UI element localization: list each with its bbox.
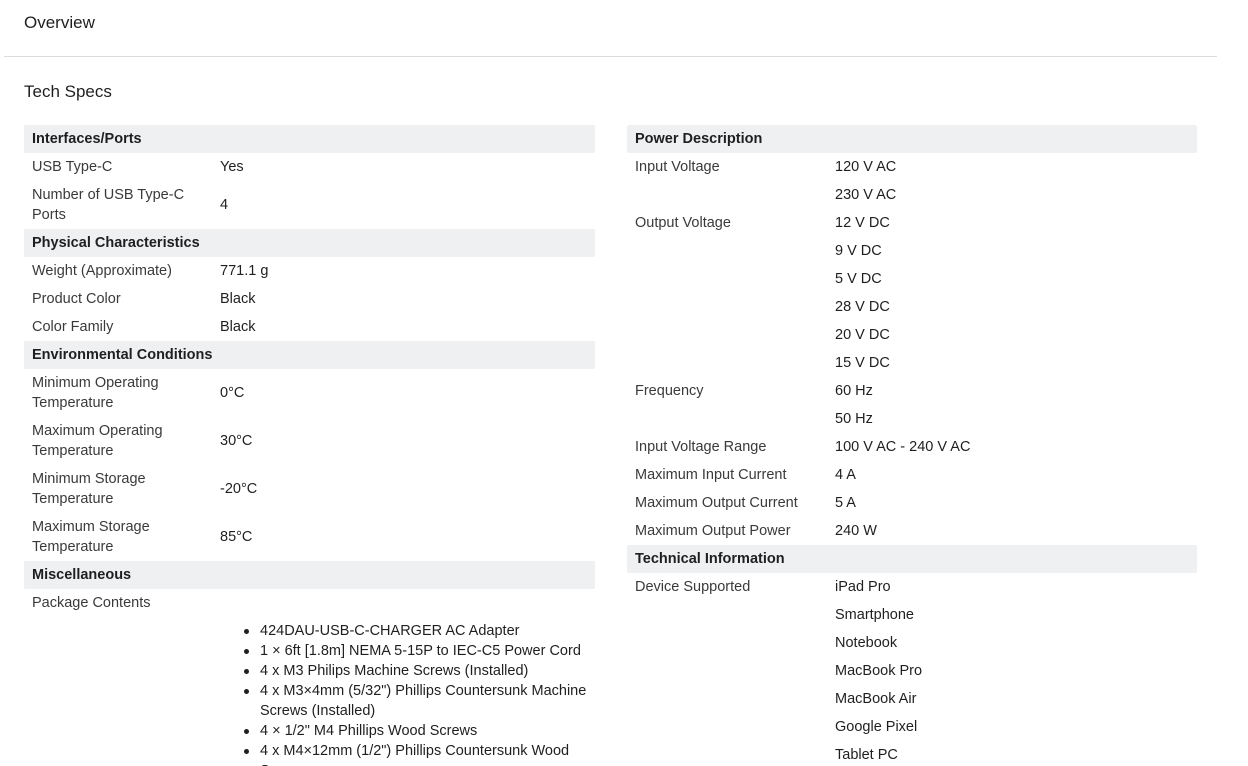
spec-row-weight: Weight (Approximate) 771.1 g — [24, 257, 595, 285]
group-header-technical: Technical Information — [627, 545, 1197, 573]
spec-value: Notebook — [835, 635, 898, 651]
spec-row-max-output-current: Maximum Output Current 5 A — [627, 489, 1197, 517]
spec-value: 85°C — [220, 529, 253, 545]
spec-row-package-contents: Package Contents 424DAU-USB-C-CHARGER AC… — [24, 589, 595, 766]
list-item: 4 x M3 Philips Machine Screws (Installed… — [220, 661, 595, 681]
spec-label: Weight (Approximate) — [32, 263, 172, 279]
spec-label: Output Voltage — [635, 215, 731, 231]
package-contents-list: 424DAU-USB-C-CHARGER AC Adapter 1 × 6ft … — [220, 621, 595, 766]
spec-value: Google Pixel — [835, 719, 918, 735]
overview-title[interactable]: Overview — [24, 12, 95, 34]
spec-label: Frequency — [635, 383, 704, 399]
spec-value: 28 V DC — [835, 299, 890, 315]
bullet-icon — [244, 729, 249, 734]
spec-label: Maximum Input Current — [635, 467, 787, 483]
spec-row-max-output-power: Maximum Output Power 240 W — [627, 517, 1197, 545]
spec-label: Input Voltage Range — [635, 439, 767, 455]
spec-value: -20°C — [220, 481, 258, 497]
spec-label: Input Voltage — [635, 159, 720, 175]
bullet-icon — [244, 749, 249, 754]
spec-row-device-supported: Device Supported iPad Pro Smartphone Not… — [627, 573, 1197, 766]
specs-right-column: Power Description Input Voltage 120 V AC… — [627, 125, 1197, 766]
bullet-icon — [244, 689, 249, 694]
spec-row-color-family: Color Family Black — [24, 313, 595, 341]
spec-value: Black — [220, 291, 256, 307]
list-item: 4 × 1/2" M4 Phillips Wood Screws — [220, 721, 595, 741]
group-header-physical: Physical Characteristics — [24, 229, 595, 257]
spec-values: iPad Pro Smartphone Notebook MacBook Pro… — [835, 573, 922, 766]
specs-left-column: Interfaces/Ports USB Type-C Yes Number o… — [24, 125, 595, 766]
product-page: Overview Tech Specs Interfaces/Ports USB… — [0, 0, 1248, 766]
spec-label: Package Contents — [32, 595, 151, 611]
spec-value: iPad Pro — [835, 579, 891, 595]
spec-row-frequency: Frequency 60 Hz 50 Hz — [627, 377, 1197, 433]
bullet-icon — [244, 649, 249, 654]
spec-value: 5 A — [835, 495, 856, 511]
spec-label: Product Color — [32, 291, 121, 307]
spec-row-max-input-current: Maximum Input Current 4 A — [627, 461, 1197, 489]
spec-value: MacBook Pro — [835, 663, 923, 679]
group-header-miscellaneous: Miscellaneous — [24, 561, 595, 589]
spec-value: 50 Hz — [835, 411, 873, 427]
spec-value: 15 V DC — [835, 355, 890, 371]
tech-specs-title: Tech Specs — [24, 82, 112, 101]
spec-value: Tablet PC — [835, 747, 898, 763]
spec-value: MacBook Air — [835, 691, 917, 707]
list-item: 4 x M3×4mm (5/32") Phillips Countersunk … — [220, 681, 595, 721]
group-header-environmental: Environmental Conditions — [24, 341, 595, 369]
spec-label: Maximum Storage Temperature — [32, 519, 150, 555]
list-item: 1 × 6ft [1.8m] NEMA 5-15P to IEC-C5 Powe… — [220, 641, 595, 661]
list-item: 4 x M4×12mm (1/2") Phillips Countersunk … — [220, 741, 595, 766]
spec-label: Maximum Operating Temperature — [32, 423, 163, 459]
spec-value: 0°C — [220, 385, 245, 401]
spec-label: Minimum Storage Temperature — [32, 471, 146, 507]
bullet-icon — [244, 629, 249, 634]
spec-value: 4 A — [835, 467, 856, 483]
spec-label: Number of USB Type-C Ports — [32, 187, 185, 223]
spec-label: Device Supported — [635, 579, 751, 595]
spec-value: Smartphone — [835, 607, 914, 623]
spec-label: Color Family — [32, 319, 114, 335]
spec-value: 12 V DC — [835, 215, 890, 231]
bullet-icon — [244, 669, 249, 674]
spec-row-product-color: Product Color Black — [24, 285, 595, 313]
spec-label: Minimum Operating Temperature — [32, 375, 159, 411]
spec-value: 771.1 g — [220, 263, 269, 279]
spec-row-input-voltage: Input Voltage 120 V AC 230 V AC — [627, 153, 1197, 209]
spec-values: 120 V AC 230 V AC — [835, 153, 896, 209]
spec-value: 4 — [220, 197, 229, 213]
spec-value: 5 V DC — [835, 271, 882, 287]
spec-value: 60 Hz — [835, 383, 873, 399]
spec-label: USB Type-C — [32, 159, 113, 175]
spec-row-min-operating-temp: Minimum Operating Temperature 0°C — [24, 369, 595, 417]
spec-value: 120 V AC — [835, 159, 897, 175]
spec-value: 230 V AC — [835, 187, 897, 203]
spec-value: 30°C — [220, 433, 253, 449]
spec-value: Black — [220, 319, 256, 335]
spec-row-input-voltage-range: Input Voltage Range 100 V AC - 240 V AC — [627, 433, 1197, 461]
spec-row-usb-c-ports: Number of USB Type-C Ports 4 — [24, 181, 595, 229]
spec-row-min-storage-temp: Minimum Storage Temperature -20°C — [24, 465, 595, 513]
spec-value: 20 V DC — [835, 327, 890, 343]
group-header-interfaces: Interfaces/Ports — [24, 125, 595, 153]
spec-row-max-operating-temp: Maximum Operating Temperature 30°C — [24, 417, 595, 465]
spec-value: 9 V DC — [835, 243, 882, 259]
spec-label: Maximum Output Power — [635, 523, 791, 539]
spec-values: 12 V DC 9 V DC 5 V DC 28 V DC 20 V DC 15… — [835, 209, 890, 377]
overview-tab-bar: Overview — [4, 0, 1217, 57]
spec-row-output-voltage: Output Voltage 12 V DC 9 V DC 5 V DC 28 … — [627, 209, 1197, 377]
group-header-power: Power Description — [627, 125, 1197, 153]
spec-value: Yes — [220, 159, 244, 175]
spec-values: 60 Hz 50 Hz — [835, 377, 873, 433]
spec-value: 100 V AC - 240 V AC — [835, 439, 971, 455]
spec-label: Maximum Output Current — [635, 495, 798, 511]
spec-row-max-storage-temp: Maximum Storage Temperature 85°C — [24, 513, 595, 561]
spec-row-usb-type-c: USB Type-C Yes — [24, 153, 595, 181]
list-item: 424DAU-USB-C-CHARGER AC Adapter — [220, 621, 595, 641]
spec-value: 240 W — [835, 523, 877, 539]
